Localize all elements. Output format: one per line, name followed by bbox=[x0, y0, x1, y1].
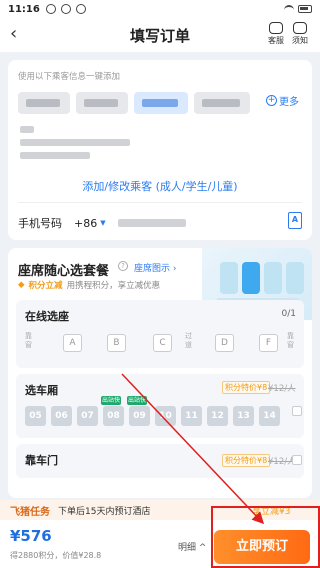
seat-b[interactable]: B bbox=[107, 334, 126, 352]
seat-count: 0/1 bbox=[281, 309, 296, 319]
car-item[interactable]: 14 bbox=[259, 406, 280, 426]
points-row: ◆ 积分立减 用携程积分，享立减优惠 bbox=[18, 279, 160, 291]
seat-row: 靠窗 A B C 过道 D F 靠窗 bbox=[25, 332, 295, 358]
online-seat-selection: 在线选座 0/1 靠窗 A B C 过道 D F 靠窗 bbox=[16, 300, 304, 368]
seat-c[interactable]: C bbox=[153, 334, 172, 352]
car-original-price: ¥12/人 bbox=[268, 384, 296, 394]
car-item[interactable]: 10 bbox=[155, 406, 176, 426]
passenger-chip-selected[interactable] bbox=[134, 92, 188, 114]
divider bbox=[18, 202, 302, 203]
promo-text: 下单后15天内预订酒店 bbox=[58, 506, 151, 517]
door-points-price: 积分特价¥8 bbox=[222, 454, 271, 467]
contact-book-icon[interactable]: A bbox=[288, 212, 302, 229]
nav-bar: ‹ 填写订单 客服 须知 bbox=[0, 18, 320, 52]
aisle-label: 过道 bbox=[185, 332, 192, 349]
car-selection: 选车厢 积分特价¥8 ¥12/人 05 06 07 08 出站快 09 出站快 … bbox=[16, 374, 304, 438]
car-item[interactable]: 13 bbox=[233, 406, 254, 426]
seat-f[interactable]: F bbox=[259, 334, 278, 352]
country-code-select[interactable]: +86 bbox=[74, 217, 97, 230]
fast-exit-tag: 出站快 bbox=[127, 396, 148, 405]
door-checkbox[interactable] bbox=[292, 455, 302, 465]
more-label: 更多 bbox=[279, 97, 299, 108]
price-detail-button[interactable]: 明细 ^ bbox=[178, 540, 206, 553]
car-item[interactable]: 05 bbox=[25, 406, 46, 426]
car-number: 08 bbox=[107, 411, 120, 421]
passenger-card: 使用以下乘客信息一键添加 + 更多 添加/修改乘客 (成人/学生/儿童) 手机号… bbox=[8, 60, 312, 240]
plus-circle-icon: + bbox=[266, 95, 277, 106]
headset-icon bbox=[269, 22, 283, 34]
car-checkbox[interactable] bbox=[292, 406, 302, 416]
notice-icon bbox=[293, 22, 307, 34]
phone-row: 手机号码 +86 ▼ bbox=[18, 215, 186, 231]
fast-exit-tag: 出站快 bbox=[101, 396, 122, 405]
seat-package-title: 座席随心选套餐 bbox=[18, 264, 110, 279]
passenger-chip[interactable] bbox=[18, 92, 70, 114]
notice-button[interactable]: 须知 bbox=[292, 22, 308, 46]
phone-label: 手机号码 bbox=[18, 217, 62, 230]
app-notification-icon bbox=[60, 4, 71, 14]
task-tag: 飞猪任务 bbox=[10, 506, 50, 518]
window-label-left: 靠窗 bbox=[25, 332, 32, 349]
seat-a[interactable]: A bbox=[63, 334, 82, 352]
more-passengers-button[interactable]: + 更多 bbox=[266, 93, 299, 108]
annotation-box bbox=[211, 506, 320, 568]
status-time: 11:16 bbox=[8, 3, 40, 15]
points-badge: 积分立减 bbox=[28, 281, 63, 291]
add-edit-passenger-link[interactable]: 添加/修改乘客 (成人/学生/儿童) bbox=[8, 178, 312, 194]
points-earned: 得2880积分，价值¥28.8 bbox=[10, 551, 102, 560]
app-notification-icon bbox=[75, 4, 86, 14]
car-item[interactable]: 07 bbox=[77, 406, 98, 426]
points-desc: 用携程积分，享立减优惠 bbox=[66, 281, 161, 291]
car-selection-title: 选车厢 bbox=[25, 384, 58, 397]
passenger-chip[interactable] bbox=[194, 92, 250, 114]
door-seat-option: 靠车门 积分特价¥8 ¥12/人 bbox=[16, 444, 304, 478]
notice-label: 须知 bbox=[292, 36, 308, 45]
battery-icon bbox=[298, 5, 312, 13]
help-icon[interactable]: ? bbox=[118, 261, 128, 271]
diamond-icon: ◆ bbox=[18, 280, 25, 290]
car-item[interactable]: 12 bbox=[207, 406, 228, 426]
page-title: 填写订单 bbox=[129, 26, 190, 45]
door-title: 靠车门 bbox=[25, 454, 58, 467]
customer-service-button[interactable]: 客服 bbox=[268, 22, 284, 46]
passenger-hint: 使用以下乘客信息一键添加 bbox=[18, 72, 121, 82]
customer-service-label: 客服 bbox=[268, 36, 284, 45]
car-item-fast-exit[interactable]: 08 出站快 bbox=[101, 396, 124, 426]
car-item[interactable]: 06 bbox=[51, 406, 72, 426]
seat-package-card: 座席随心选套餐 ? 座席图示 › ◆ 积分立减 用携程积分，享立减优惠 在线选座… bbox=[8, 248, 312, 498]
car-points-price: 积分特价¥8 bbox=[222, 381, 271, 394]
car-number: 09 bbox=[133, 411, 146, 421]
status-indicators bbox=[284, 5, 312, 13]
car-item[interactable]: 11 bbox=[181, 406, 202, 426]
passenger-chip[interactable] bbox=[76, 92, 128, 114]
car-item-fast-exit[interactable]: 09 出站快 bbox=[127, 396, 150, 426]
window-label-right: 靠窗 bbox=[287, 332, 294, 349]
seat-map-link[interactable]: 座席图示 › bbox=[134, 261, 176, 274]
app-notification-icon bbox=[45, 4, 56, 14]
passenger-detail-redacted bbox=[20, 126, 130, 165]
online-seat-title: 在线选座 bbox=[25, 310, 69, 323]
back-icon[interactable]: ‹ bbox=[10, 25, 17, 43]
total-price: ¥576 bbox=[10, 527, 52, 545]
caret-down-icon: ▼ bbox=[100, 219, 106, 227]
seat-d[interactable]: D bbox=[215, 334, 234, 352]
phone-input[interactable] bbox=[117, 219, 186, 227]
status-bar: 11:16 bbox=[0, 0, 320, 18]
wifi-icon bbox=[284, 5, 294, 13]
